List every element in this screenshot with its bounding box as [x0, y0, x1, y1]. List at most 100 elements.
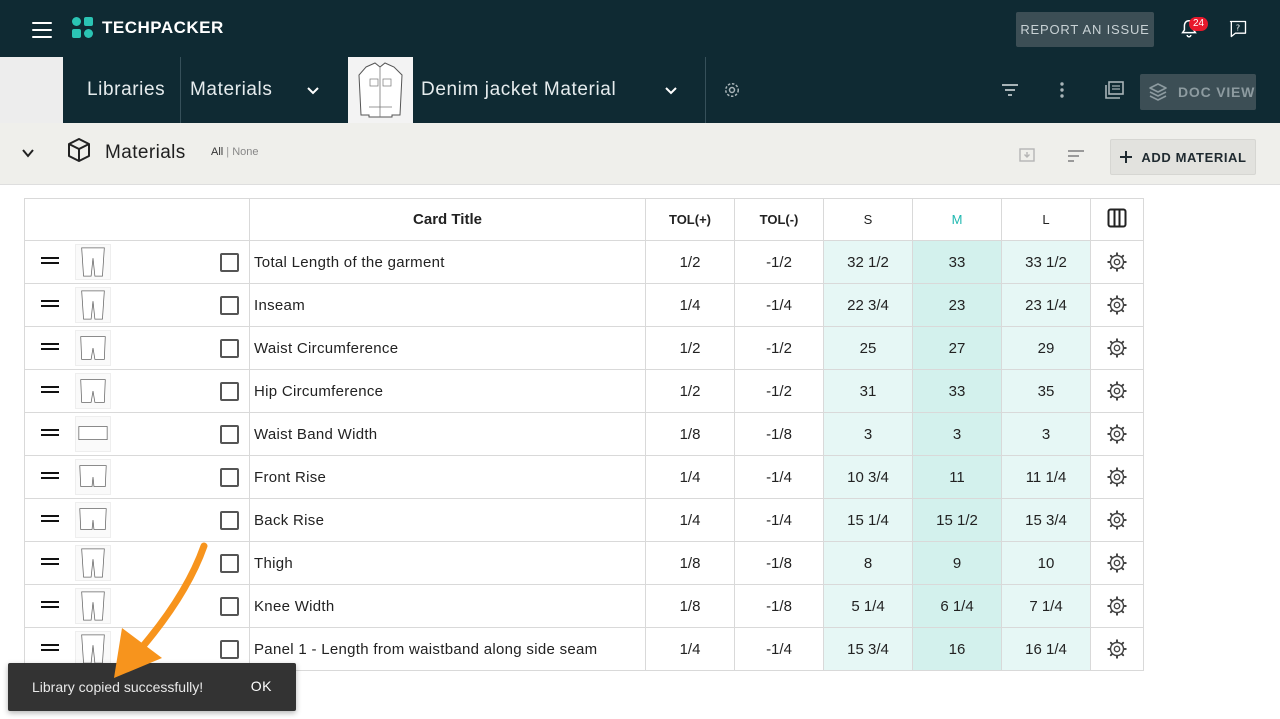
table-row[interactable]: Inseam 1/4 -1/4 22 3/4 23 23 1/4 — [24, 283, 1144, 327]
table-row[interactable]: Total Length of the garment 1/2 -1/2 32 1/2… — [24, 240, 1144, 284]
row-size-s[interactable]: 10 3/4 — [823, 455, 913, 499]
row-tol-minus[interactable]: -1/4 — [734, 283, 824, 327]
select-all-link[interactable]: All — [211, 146, 223, 158]
menu-icon[interactable] — [32, 22, 52, 38]
row-settings[interactable] — [1090, 584, 1144, 628]
row-settings[interactable] — [1090, 627, 1144, 671]
row-size-l[interactable]: 7 1/4 — [1001, 584, 1091, 628]
drag-handle-icon[interactable] — [41, 515, 59, 522]
drag-handle-icon[interactable] — [41, 429, 59, 436]
row-title[interactable]: Thigh — [249, 541, 646, 585]
drag-handle-icon[interactable] — [41, 257, 59, 264]
row-size-l[interactable]: 15 3/4 — [1001, 498, 1091, 542]
row-size-s[interactable]: 3 — [823, 412, 913, 456]
row-size-m[interactable]: 23 — [912, 283, 1002, 327]
chevron-down-icon[interactable] — [20, 145, 36, 161]
row-checkbox[interactable] — [220, 468, 239, 487]
table-row[interactable]: Front Rise 1/4 -1/4 10 3/4 11 11 1/4 — [24, 455, 1144, 499]
drag-handle-icon[interactable] — [41, 300, 59, 307]
drag-handle-icon[interactable] — [41, 558, 59, 565]
columns-icon[interactable] — [1107, 208, 1127, 228]
row-settings[interactable] — [1090, 240, 1144, 284]
row-tol-plus[interactable]: 1/2 — [645, 326, 735, 370]
settings-icon[interactable] — [1107, 252, 1127, 272]
row-size-m[interactable]: 11 — [912, 455, 1002, 499]
row-title[interactable]: Total Length of the garment — [249, 240, 646, 284]
row-settings[interactable] — [1090, 541, 1144, 585]
row-size-s[interactable]: 32 1/2 — [823, 240, 913, 284]
row-tol-plus[interactable]: 1/8 — [645, 584, 735, 628]
row-settings[interactable] — [1090, 369, 1144, 413]
more-vert-icon[interactable] — [1058, 81, 1066, 99]
row-title[interactable]: Waist Circumference — [249, 326, 646, 370]
row-checkbox[interactable] — [220, 253, 239, 272]
row-tol-minus[interactable]: -1/8 — [734, 412, 824, 456]
settings-icon[interactable] — [722, 80, 742, 100]
row-size-l[interactable]: 35 — [1001, 369, 1091, 413]
row-tol-minus[interactable]: -1/4 — [734, 498, 824, 542]
row-size-m[interactable]: 33 — [912, 369, 1002, 413]
header-size-s[interactable]: S — [823, 198, 913, 241]
row-checkbox[interactable] — [220, 382, 239, 401]
header-size-m[interactable]: M — [912, 198, 1002, 241]
row-size-s[interactable]: 15 3/4 — [823, 627, 913, 671]
drag-handle-icon[interactable] — [41, 472, 59, 479]
settings-icon[interactable] — [1107, 639, 1127, 659]
row-tol-minus[interactable]: -1/8 — [734, 541, 824, 585]
select-none-link[interactable]: None — [232, 146, 258, 158]
row-tol-plus[interactable]: 1/4 — [645, 498, 735, 542]
row-checkbox[interactable] — [220, 597, 239, 616]
row-checkbox[interactable] — [220, 511, 239, 530]
row-size-l[interactable]: 3 — [1001, 412, 1091, 456]
snackbar-ok-button[interactable]: OK — [251, 678, 272, 694]
row-size-s[interactable]: 5 1/4 — [823, 584, 913, 628]
header-card-title[interactable]: Card Title — [249, 198, 646, 241]
settings-icon[interactable] — [1107, 467, 1127, 487]
row-title[interactable]: Waist Band Width — [249, 412, 646, 456]
row-size-l[interactable]: 29 — [1001, 326, 1091, 370]
settings-icon[interactable] — [1107, 424, 1127, 444]
row-size-l[interactable]: 16 1/4 — [1001, 627, 1091, 671]
download-icon[interactable] — [1018, 147, 1036, 163]
row-size-s[interactable]: 31 — [823, 369, 913, 413]
row-tol-minus[interactable]: -1/4 — [734, 455, 824, 499]
row-size-m[interactable]: 6 1/4 — [912, 584, 1002, 628]
row-checkbox[interactable] — [220, 296, 239, 315]
row-tol-plus[interactable]: 1/8 — [645, 541, 735, 585]
row-size-m[interactable]: 9 — [912, 541, 1002, 585]
row-settings[interactable] — [1090, 283, 1144, 327]
row-tol-plus[interactable]: 1/4 — [645, 455, 735, 499]
row-title[interactable]: Hip Circumference — [249, 369, 646, 413]
row-tol-minus[interactable]: -1/2 — [734, 326, 824, 370]
row-tol-minus[interactable]: -1/8 — [734, 584, 824, 628]
header-tol-plus[interactable]: TOL(+) — [645, 198, 735, 241]
row-size-l[interactable]: 10 — [1001, 541, 1091, 585]
library-icon[interactable] — [1104, 81, 1124, 99]
header-size-l[interactable]: L — [1001, 198, 1091, 241]
drag-handle-icon[interactable] — [41, 343, 59, 350]
row-size-m[interactable]: 16 — [912, 627, 1002, 671]
report-issue-button[interactable]: REPORT AN ISSUE — [1016, 12, 1154, 47]
sort-icon[interactable] — [1068, 149, 1084, 163]
row-size-l[interactable]: 33 1/2 — [1001, 240, 1091, 284]
header-columns-toggle[interactable] — [1090, 198, 1144, 241]
row-settings[interactable] — [1090, 326, 1144, 370]
table-row[interactable]: Back Rise 1/4 -1/4 15 1/4 15 1/2 15 3/4 — [24, 498, 1144, 542]
chevron-down-icon[interactable] — [305, 82, 321, 98]
row-settings[interactable] — [1090, 455, 1144, 499]
row-settings[interactable] — [1090, 412, 1144, 456]
row-tol-plus[interactable]: 1/4 — [645, 283, 735, 327]
row-tol-plus[interactable]: 1/2 — [645, 369, 735, 413]
settings-icon[interactable] — [1107, 381, 1127, 401]
settings-icon[interactable] — [1107, 338, 1127, 358]
row-size-s[interactable]: 15 1/4 — [823, 498, 913, 542]
row-tol-plus[interactable]: 1/4 — [645, 627, 735, 671]
row-size-m[interactable]: 27 — [912, 326, 1002, 370]
row-tol-minus[interactable]: -1/2 — [734, 369, 824, 413]
add-material-button[interactable]: ADD MATERIAL — [1110, 139, 1256, 175]
table-row[interactable]: Waist Circumference 1/2 -1/2 25 27 29 — [24, 326, 1144, 370]
row-checkbox[interactable] — [220, 554, 239, 573]
row-settings[interactable] — [1090, 498, 1144, 542]
chevron-down-icon[interactable] — [663, 82, 679, 98]
row-title[interactable]: Panel 1 - Length from waistband along si… — [249, 627, 646, 671]
